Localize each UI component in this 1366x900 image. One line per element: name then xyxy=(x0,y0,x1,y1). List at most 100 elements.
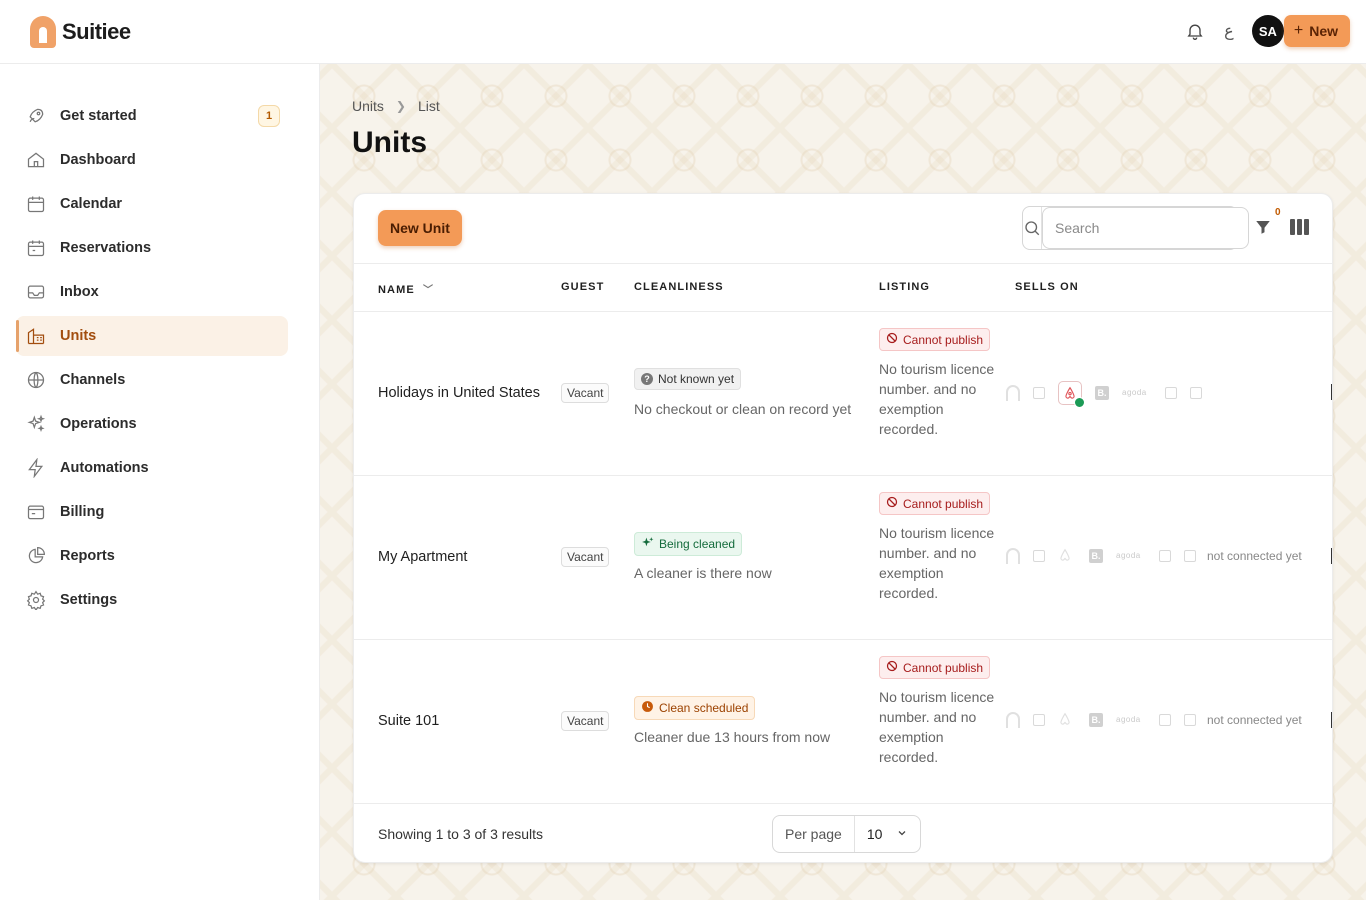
listing-status-badge: Cannot publish xyxy=(879,656,991,679)
no-entry-icon xyxy=(886,496,898,511)
sidebar-item-label: Settings xyxy=(60,592,118,608)
listing-status-badge: Cannot publish xyxy=(879,492,991,515)
listing-detail: No tourism licence number. and no exempt… xyxy=(879,525,995,601)
guest-status-badge: Vacant xyxy=(561,383,610,403)
columns-toggle-icon[interactable] xyxy=(1290,219,1310,237)
cleanliness-status-text: Not known yet xyxy=(658,372,735,386)
listing-status-text: Cannot publish xyxy=(903,496,984,511)
cleanliness-detail: A cleaner is there now xyxy=(634,565,772,581)
channel-calendar-icon[interactable] xyxy=(1159,714,1171,726)
sidebar-item-automations[interactable]: Automations xyxy=(16,448,288,488)
notifications-bell-icon[interactable] xyxy=(1184,20,1206,42)
channel-calendar-icon[interactable] xyxy=(1184,714,1196,726)
unit-name[interactable]: Suite 101 xyxy=(378,713,439,729)
units-icon xyxy=(24,324,48,348)
airbnb-icon[interactable] xyxy=(1058,381,1085,408)
sidebar-item-label: Calendar xyxy=(60,196,123,212)
column-name-label: NAME xyxy=(378,284,415,296)
channel-calendar-icon[interactable] xyxy=(1033,550,1045,562)
search-input[interactable] xyxy=(1042,207,1249,249)
table-row[interactable]: My Apartment Vacant Being cleaned A clea… xyxy=(354,476,1332,640)
sidebar-item-label: Reservations xyxy=(60,240,152,256)
channel-calendar-icon[interactable] xyxy=(1033,714,1045,726)
table-row[interactable]: Holidays in United States Vacant ? Not k… xyxy=(354,312,1332,476)
sidebar-item-units[interactable]: Units xyxy=(16,316,288,356)
sidebar-item-label: Reports xyxy=(60,548,115,564)
inbox-icon xyxy=(24,280,48,304)
per-page-select[interactable]: 10 xyxy=(855,826,921,842)
booking-com-icon[interactable]: B. xyxy=(1089,713,1103,727)
unit-name[interactable]: My Apartment xyxy=(378,549,467,565)
sidebar-item-billing[interactable]: Billing xyxy=(16,492,288,532)
sidebar-item-label: Units xyxy=(60,328,97,344)
units-table-card: New Unit 0 NAME ﹀ GUEST CLEANLINESS LIST… xyxy=(353,193,1333,863)
new-button[interactable]: + New xyxy=(1283,15,1350,47)
cleanliness-status-text: Being cleaned xyxy=(659,537,736,551)
breadcrumb: Units ❯ List xyxy=(352,98,440,114)
language-switch-button[interactable]: ع xyxy=(1218,21,1240,41)
channel-calendar-icon[interactable] xyxy=(1165,387,1177,399)
chevron-right-icon: ❯ xyxy=(395,99,406,113)
guest-status-badge: Vacant xyxy=(561,711,610,731)
channel-arch-icon[interactable] xyxy=(1006,548,1020,564)
gear-icon xyxy=(24,588,48,612)
sidebar-item-reservations[interactable]: Reservations xyxy=(16,228,288,268)
airbnb-icon[interactable] xyxy=(1058,548,1076,564)
sidebar-item-reports[interactable]: Reports xyxy=(16,536,288,576)
truncated-column-edge xyxy=(1331,548,1332,564)
sidebar-item-settings[interactable]: Settings xyxy=(16,580,288,620)
sidebar-item-operations[interactable]: Operations xyxy=(16,404,288,444)
filter-count-badge: 0 xyxy=(1275,207,1281,218)
channel-arch-icon[interactable] xyxy=(1006,712,1020,728)
sidebar-item-calendar[interactable]: Calendar xyxy=(16,184,288,224)
sidebar-item-label: Billing xyxy=(60,504,105,520)
table-row[interactable]: Suite 101 Vacant Clean scheduled Cleaner… xyxy=(354,640,1332,804)
cleanliness-status-text: Clean scheduled xyxy=(659,701,749,715)
booking-com-icon[interactable]: B. xyxy=(1089,549,1103,563)
unit-name[interactable]: Holidays in United States xyxy=(378,385,540,401)
booking-com-icon[interactable]: B. xyxy=(1095,386,1109,400)
new-unit-button[interactable]: New Unit xyxy=(378,210,462,246)
sidebar-item-get-started[interactable]: Get started 1 xyxy=(16,96,288,136)
sidebar-item-channels[interactable]: Channels xyxy=(16,360,288,400)
no-entry-icon xyxy=(886,332,898,347)
sidebar-item-inbox[interactable]: Inbox xyxy=(16,272,288,312)
question-icon: ? xyxy=(641,373,653,385)
channel-arch-icon[interactable] xyxy=(1006,385,1020,401)
brand-name: Suitiee xyxy=(62,19,131,44)
per-page-control: Per page 10 xyxy=(772,815,922,853)
filter-icon[interactable] xyxy=(1254,218,1274,238)
airbnb-icon[interactable] xyxy=(1058,712,1076,728)
connection-status-text: not connected yet xyxy=(1207,549,1302,563)
breadcrumb-units-link[interactable]: Units xyxy=(352,98,384,114)
agoda-icon[interactable]: agoda xyxy=(1116,715,1146,725)
per-page-value: 10 xyxy=(866,826,883,842)
channel-calendar-icon[interactable] xyxy=(1159,550,1171,562)
chevron-down-icon xyxy=(896,826,908,842)
sells-on-channels: B. agoda xyxy=(1006,381,1202,408)
user-avatar[interactable]: SA xyxy=(1251,15,1284,47)
agoda-icon[interactable]: agoda xyxy=(1122,388,1152,398)
top-bar: Suitiee ع SA + New xyxy=(0,0,1366,64)
sidebar-item-dashboard[interactable]: Dashboard xyxy=(16,140,288,180)
reservations-icon xyxy=(24,236,48,260)
column-header-name[interactable]: NAME ﹀ xyxy=(378,281,434,296)
bolt-icon xyxy=(24,456,48,480)
channel-calendar-icon[interactable] xyxy=(1033,387,1045,399)
connection-status-text: not connected yet xyxy=(1207,713,1302,727)
app-logo[interactable]: Suitiee xyxy=(30,16,131,48)
no-entry-icon xyxy=(886,660,898,675)
sells-on-channels: B. agoda not connected yet xyxy=(1006,548,1302,564)
pie-chart-icon xyxy=(24,544,48,568)
home-icon xyxy=(24,148,48,172)
plus-icon: + xyxy=(1293,22,1304,39)
channel-calendar-icon[interactable] xyxy=(1184,550,1196,562)
sidebar-item-label: Dashboard xyxy=(60,152,136,168)
sidebar-item-label: Channels xyxy=(60,372,126,388)
channel-calendar-icon[interactable] xyxy=(1190,387,1202,399)
agoda-icon[interactable]: agoda xyxy=(1116,551,1146,561)
sidebar-item-label: Get started xyxy=(60,108,137,124)
search-icon xyxy=(1023,207,1042,249)
billing-icon xyxy=(24,500,48,524)
column-header-guest: GUEST xyxy=(561,281,605,293)
